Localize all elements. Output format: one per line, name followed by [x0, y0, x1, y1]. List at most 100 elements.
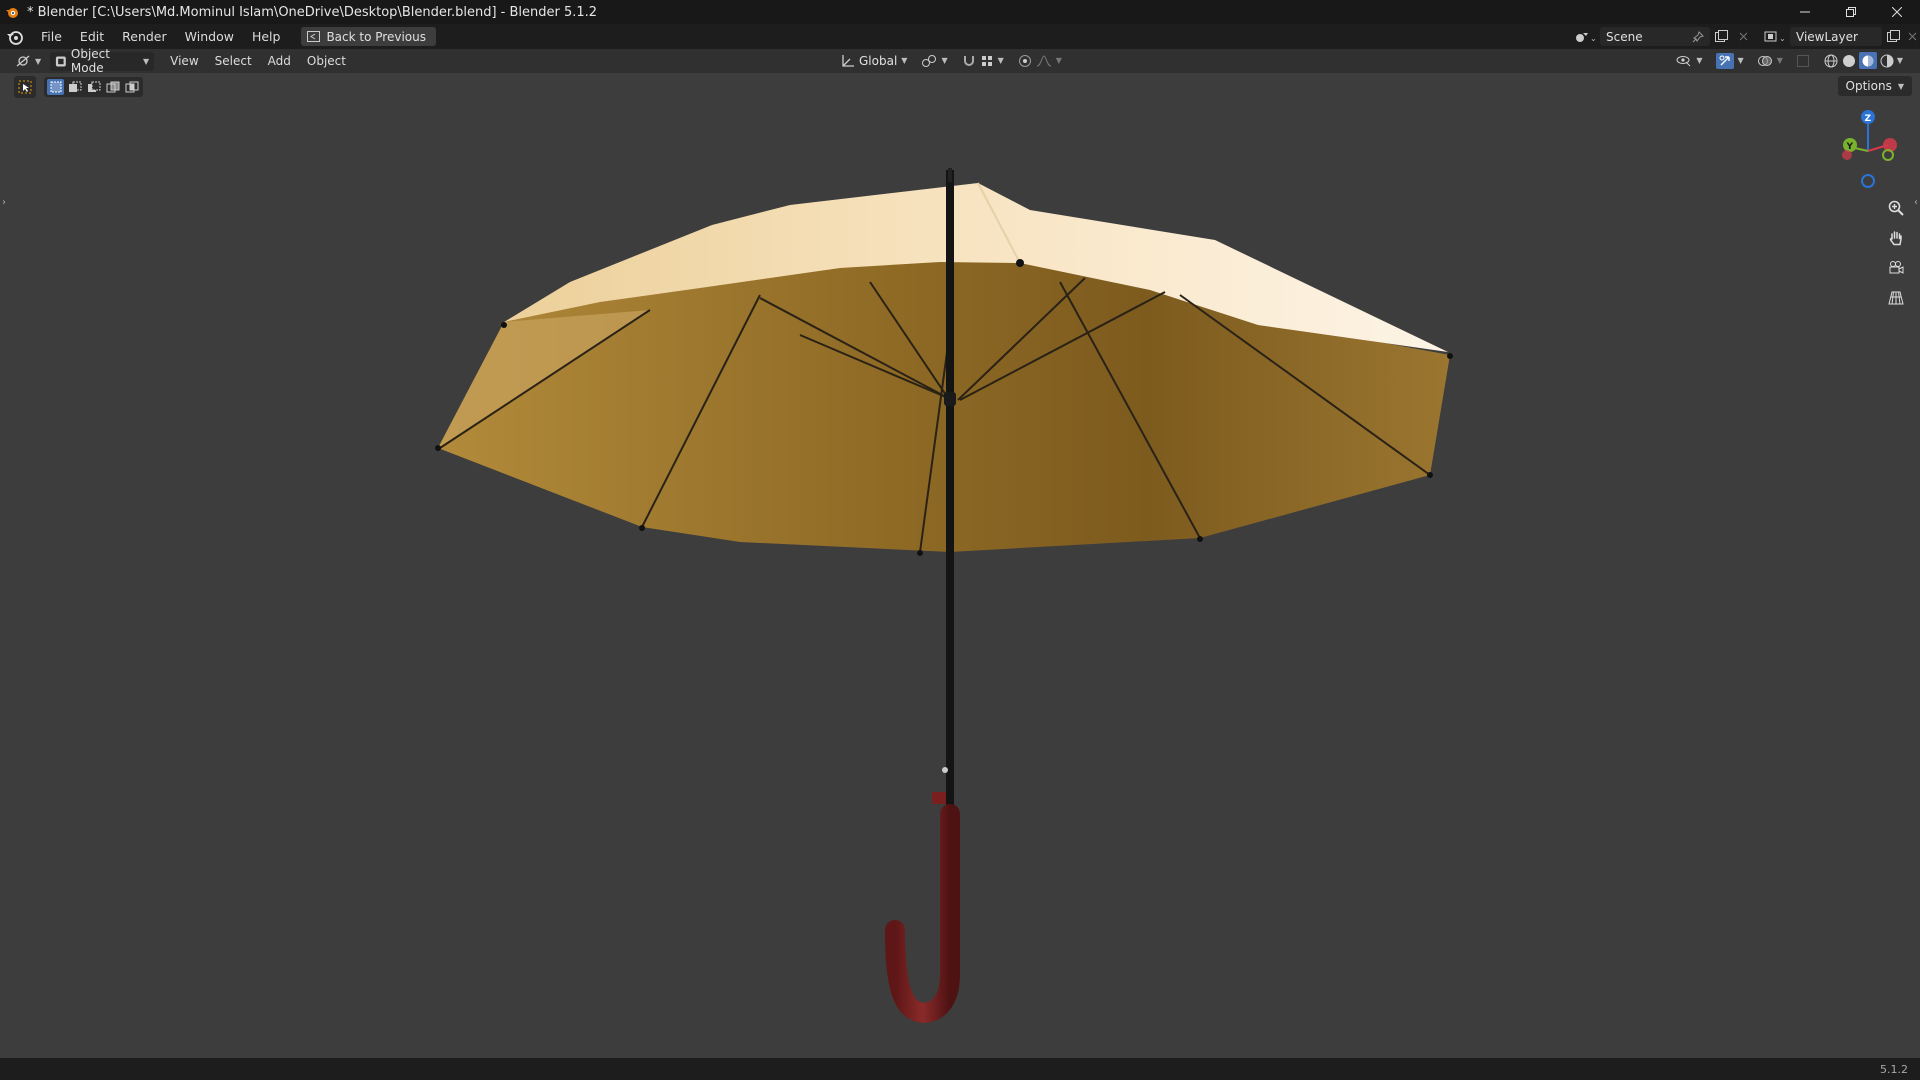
svg-text:⌄: ⌄	[1590, 34, 1596, 43]
gizmo-icon	[1715, 52, 1734, 69]
mode-label: Object Mode	[70, 47, 110, 75]
viewport-menu-add[interactable]: Add	[260, 54, 299, 68]
pivot-icon	[922, 54, 937, 67]
shaft-notch	[942, 767, 948, 773]
wireframe-shading-icon[interactable]	[1823, 53, 1839, 69]
title-bar: * Blender [C:\Users\Md.Mominul Islam\One…	[0, 0, 1920, 24]
selectability-visibility-dropdown[interactable]: ▼	[1671, 51, 1707, 70]
camera-view-button[interactable]	[1883, 256, 1909, 280]
cursor-icon	[18, 80, 32, 94]
duplicate-icon	[1714, 30, 1728, 42]
menu-help[interactable]: Help	[243, 24, 290, 49]
blender-menu-icon[interactable]	[6, 28, 24, 46]
tool-settings-row: Options ▼	[0, 73, 1920, 101]
restore-button[interactable]	[1828, 0, 1874, 24]
minimize-icon	[1800, 11, 1810, 13]
restore-icon	[1846, 7, 1856, 17]
select-subtract-button[interactable]	[85, 79, 102, 95]
magnet-icon	[963, 55, 974, 66]
select-tool-button[interactable]	[14, 76, 36, 98]
select-extend-button[interactable]	[66, 79, 83, 95]
scene-browse-button[interactable]: ⌄	[1570, 27, 1600, 46]
gizmo-x-negative[interactable]	[1842, 150, 1852, 160]
snap-increment-icon	[981, 55, 992, 66]
chevron-down-icon: ▼	[1055, 56, 1062, 65]
solid-shading-icon[interactable]	[1841, 53, 1857, 69]
chevron-down-icon: ▼	[35, 56, 42, 66]
rendered-shading-icon[interactable]	[1879, 53, 1895, 69]
chevron-down-icon[interactable]: ▼	[1897, 56, 1903, 65]
camera-icon	[1889, 261, 1904, 274]
screen-back-icon	[307, 31, 321, 42]
chevron-down-icon: ▼	[1737, 56, 1744, 65]
umbrella-handle	[885, 804, 960, 1023]
new-scene-button[interactable]	[1710, 27, 1732, 46]
pin-icon[interactable]	[1692, 30, 1704, 43]
scene-name: Scene	[1606, 29, 1643, 44]
back-to-previous-button[interactable]: Back to Previous	[301, 27, 436, 46]
close-icon	[1892, 7, 1902, 17]
pivot-point-dropdown[interactable]: ▼	[916, 51, 952, 70]
shaft-top-tip	[948, 168, 952, 182]
select-intersect-icon	[125, 81, 138, 93]
navigation-gizmo[interactable]: Z Y	[1830, 105, 1910, 195]
transform-controls: Global ▼ ▼ ▼ ▼	[836, 51, 1067, 70]
scene-name-field[interactable]: Scene	[1600, 27, 1710, 46]
menu-edit[interactable]: Edit	[71, 24, 113, 49]
umbrella-shaft	[946, 170, 954, 810]
chevron-down-icon: ▼	[143, 56, 150, 66]
viewport-menu-view[interactable]: View	[162, 54, 206, 68]
x-icon	[1908, 32, 1916, 41]
gizmo-z-negative[interactable]	[1861, 174, 1875, 188]
remove-scene-button[interactable]	[1732, 27, 1754, 46]
zoom-icon	[1888, 200, 1904, 216]
material-preview-shading-icon[interactable]	[1858, 52, 1877, 69]
select-new-button[interactable]	[47, 79, 64, 95]
xray-icon	[1796, 54, 1809, 67]
snap-toggle[interactable]: ▼	[957, 51, 1009, 70]
close-button[interactable]	[1874, 0, 1920, 24]
viewport-navigation-tools	[1883, 196, 1909, 310]
3d-viewport[interactable]: Z Y › ‹	[0, 73, 1920, 1058]
blender-logo-icon	[6, 8, 18, 18]
overlays-toggle[interactable]: ▼	[1752, 51, 1788, 70]
selection-mode-group	[44, 77, 143, 97]
gizmo-toggle[interactable]: ▼	[1711, 51, 1749, 70]
svg-text:⌄: ⌄	[1779, 34, 1786, 43]
toggle-perspective-button[interactable]	[1883, 286, 1909, 310]
transform-orientation-dropdown[interactable]: Global ▼	[836, 51, 912, 70]
chevron-down-icon: ▼	[941, 56, 948, 65]
toolbar-expand-arrow[interactable]: ›	[2, 197, 6, 208]
mode-dropdown[interactable]: Object Mode ▼	[50, 47, 155, 75]
menu-window[interactable]: Window	[176, 24, 243, 49]
umbrella-model[interactable]	[0, 73, 1920, 1058]
select-invert-button[interactable]	[104, 79, 121, 95]
new-view-layer-button[interactable]	[1882, 27, 1904, 46]
options-dropdown[interactable]: Options ▼	[1837, 76, 1912, 96]
editor-type-dropdown[interactable]: ▼	[10, 52, 46, 71]
select-new-icon	[50, 81, 61, 93]
viewport-menu-select[interactable]: Select	[207, 54, 260, 68]
scene-selector-group: ⌄ Scene ⌄ ViewLayer	[1570, 24, 1920, 49]
chevron-down-icon: ▼	[1696, 56, 1703, 65]
xray-toggle[interactable]	[1791, 51, 1815, 70]
menu-file[interactable]: File	[32, 24, 71, 49]
runner	[944, 392, 956, 406]
chevron-down-icon: ▼	[901, 56, 908, 65]
pan-button[interactable]	[1883, 226, 1909, 250]
3d-viewport-icon	[16, 55, 30, 67]
menu-render[interactable]: Render	[113, 24, 176, 49]
view-layer-browse-button[interactable]: ⌄	[1760, 27, 1790, 46]
shading-mode-group: ▼	[1818, 51, 1908, 70]
proportional-editing-toggle[interactable]: ▼	[1013, 51, 1067, 70]
window-controls	[1782, 0, 1920, 24]
view-layer-field[interactable]: ViewLayer	[1790, 27, 1882, 46]
sidebar-expand-arrow[interactable]: ‹	[1914, 197, 1918, 208]
viewport-menu-object[interactable]: Object	[299, 54, 354, 68]
version-label: 5.1.2	[1880, 1062, 1908, 1076]
remove-view-layer-button[interactable]	[1904, 27, 1920, 46]
minimize-button[interactable]	[1782, 0, 1828, 24]
object-mode-icon	[56, 56, 66, 66]
select-intersect-button[interactable]	[123, 79, 140, 95]
zoom-button[interactable]	[1883, 196, 1909, 220]
